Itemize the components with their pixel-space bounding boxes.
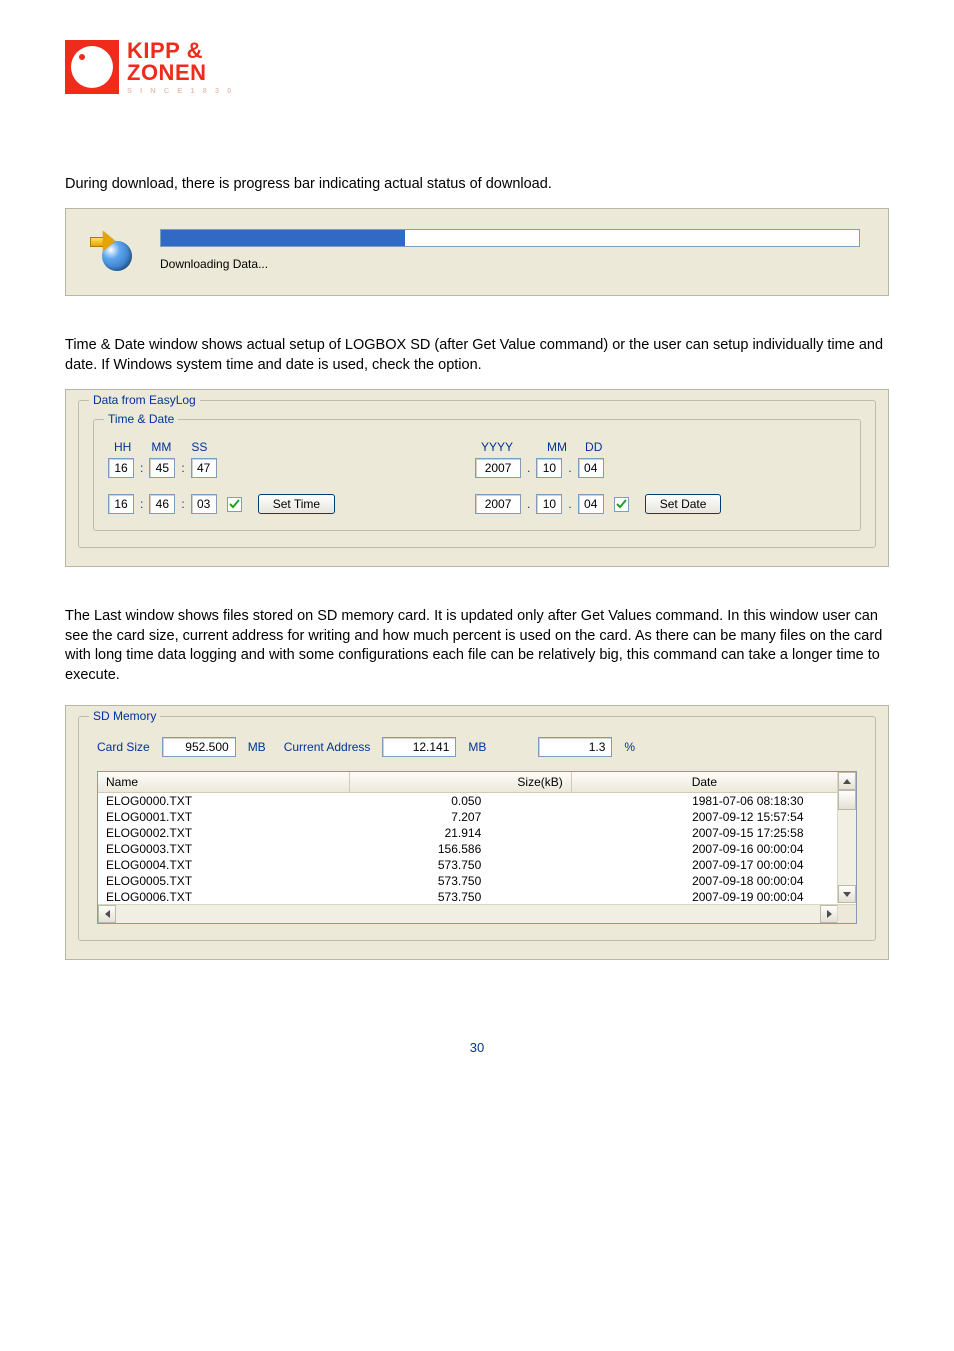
set-date-button[interactable]: Set Date [645, 494, 722, 514]
file-name: ELOG0004.TXT [98, 857, 349, 873]
hdr-ss: SS [191, 440, 207, 454]
logo-line-2: ZONEN [127, 62, 234, 84]
card-size-value: 952.500 [162, 737, 236, 757]
date-yyyy-set[interactable]: 2007 [475, 494, 521, 514]
file-size: 573.750 [349, 857, 571, 873]
file-size: 7.207 [349, 809, 571, 825]
sd-memory-panel: SD Memory Card Size 952.500 MB Current A… [65, 705, 889, 960]
file-size: 573.750 [349, 873, 571, 889]
mb-unit-1: MB [248, 740, 266, 754]
scroll-corner [837, 905, 856, 923]
download-arrow-globe-icon [90, 229, 132, 271]
file-name: ELOG0003.TXT [98, 841, 349, 857]
date-mm-set[interactable]: 10 [536, 494, 562, 514]
col-name[interactable]: Name [98, 772, 349, 793]
time-mm-set[interactable]: 46 [149, 494, 175, 514]
table-row[interactable]: ELOG0001.TXT7.2072007-09-12 15:57:54 [98, 809, 838, 825]
downloading-dialog: Downloading Data... [65, 208, 889, 296]
table-row[interactable]: ELOG0002.TXT21.9142007-09-15 17:25:58 [98, 825, 838, 841]
date-column: YYYY MM DD 2007 . 10 . 04 2007 [475, 440, 721, 514]
file-list[interactable]: Name Size(kB) Date ELOG0000.TXT0.0501981… [97, 771, 857, 924]
hdr-yyyy: YYYY [481, 440, 529, 454]
file-name: ELOG0001.TXT [98, 809, 349, 825]
file-date: 2007-09-18 00:00:04 [571, 873, 837, 889]
file-name: ELOG0006.TXT [98, 889, 349, 905]
file-date: 2007-09-19 00:00:04 [571, 889, 837, 905]
file-size: 0.050 [349, 793, 571, 810]
hdr-hh: HH [114, 440, 131, 454]
card-size-label: Card Size [97, 740, 150, 754]
scroll-up-button[interactable] [838, 772, 856, 790]
time-hh-set[interactable]: 16 [108, 494, 134, 514]
colon: : [181, 461, 184, 475]
progress-fill [161, 230, 405, 246]
time-date-panel: Data from EasyLog Time & Date HH MM SS 1… [65, 389, 889, 567]
date-mm-current[interactable]: 10 [536, 458, 562, 478]
logo-mark [65, 40, 119, 94]
dot: . [527, 461, 530, 475]
time-hh-current[interactable]: 16 [108, 458, 134, 478]
logo: KIPP & ZONEN S I N C E 1 8 3 0 [65, 40, 889, 95]
file-date: 2007-09-15 17:25:58 [571, 825, 837, 841]
date-dd-current[interactable]: 04 [578, 458, 604, 478]
scroll-thumb[interactable] [838, 790, 856, 810]
col-date[interactable]: Date [571, 772, 837, 793]
dot: . [568, 497, 571, 511]
paragraph-timedate: Time & Date window shows actual setup of… [65, 336, 889, 375]
table-row[interactable]: ELOG0004.TXT573.7502007-09-17 00:00:04 [98, 857, 838, 873]
col-size[interactable]: Size(kB) [349, 772, 571, 793]
file-size: 573.750 [349, 889, 571, 905]
file-name: ELOG0000.TXT [98, 793, 349, 810]
group-legend-inner: Time & Date [104, 412, 178, 426]
logo-since: S I N C E 1 8 3 0 [127, 87, 234, 95]
file-date: 2007-09-12 15:57:54 [571, 809, 837, 825]
dot: . [527, 497, 530, 511]
page-number: 30 [65, 1040, 889, 1055]
colon: : [181, 497, 184, 511]
colon: : [140, 497, 143, 511]
table-row[interactable]: ELOG0006.TXT573.7502007-09-19 00:00:04 [98, 889, 838, 905]
vertical-scrollbar[interactable] [837, 772, 856, 903]
current-address-label: Current Address [284, 740, 371, 754]
progress-label: Downloading Data... [160, 257, 860, 271]
date-dd-set[interactable]: 04 [578, 494, 604, 514]
table-row[interactable]: ELOG0003.TXT156.5862007-09-16 00:00:04 [98, 841, 838, 857]
time-ss-set[interactable]: 03 [191, 494, 217, 514]
date-yyyy-current[interactable]: 2007 [475, 458, 521, 478]
horizontal-scrollbar[interactable] [98, 904, 856, 923]
hdr-mm: MM [151, 440, 171, 454]
logo-line-1: KIPP & [127, 40, 234, 62]
set-time-button[interactable]: Set Time [258, 494, 335, 514]
colon: : [140, 461, 143, 475]
file-date: 1981-07-06 08:18:30 [571, 793, 837, 810]
group-legend-outer: Data from EasyLog [89, 393, 200, 407]
percent-unit: % [624, 740, 635, 754]
file-size: 21.914 [349, 825, 571, 841]
table-row[interactable]: ELOG0005.TXT573.7502007-09-18 00:00:04 [98, 873, 838, 889]
group-legend-sd: SD Memory [89, 709, 160, 723]
time-column: HH MM SS 16 : 45 : 47 16 [108, 440, 335, 514]
hdr-dd: DD [585, 440, 602, 454]
progress-bar [160, 229, 860, 247]
time-ss-current[interactable]: 47 [191, 458, 217, 478]
mb-unit-2: MB [468, 740, 486, 754]
file-name: ELOG0002.TXT [98, 825, 349, 841]
table-row[interactable]: ELOG0000.TXT0.0501981-07-06 08:18:30 [98, 793, 838, 810]
file-date: 2007-09-17 00:00:04 [571, 857, 837, 873]
dot: . [568, 461, 571, 475]
set-time-checkbox[interactable] [227, 497, 242, 512]
current-address-value: 12.141 [382, 737, 456, 757]
paragraph-download: During download, there is progress bar i… [65, 175, 889, 195]
file-size: 156.586 [349, 841, 571, 857]
scroll-right-button[interactable] [820, 905, 838, 923]
scroll-down-button[interactable] [838, 885, 856, 903]
set-date-checkbox[interactable] [614, 497, 629, 512]
used-percent-value: 1.3 [538, 737, 612, 757]
file-name: ELOG0005.TXT [98, 873, 349, 889]
file-date: 2007-09-16 00:00:04 [571, 841, 837, 857]
scroll-left-button[interactable] [98, 905, 116, 923]
paragraph-sd: The Last window shows files stored on SD… [65, 607, 889, 685]
hdr-mm2: MM [547, 440, 567, 454]
time-mm-current[interactable]: 45 [149, 458, 175, 478]
